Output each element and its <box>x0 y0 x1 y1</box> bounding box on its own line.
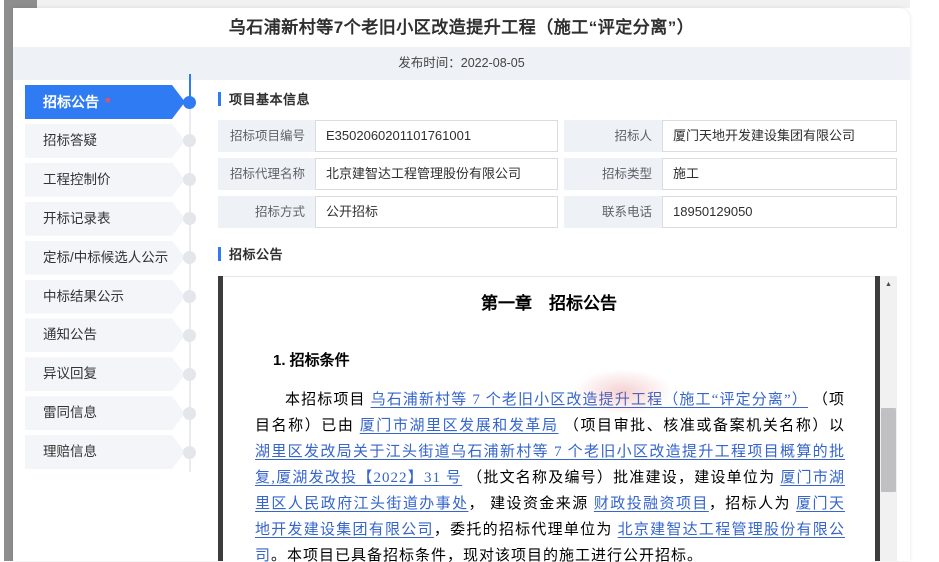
basic-info-section-title: 项目基本信息 <box>229 92 311 107</box>
sidebar-item[interactable]: 雷同信息 <box>25 396 185 430</box>
document-paragraph: 本招标项目 乌石浦新村等 7 个老旧小区改造提升工程（施工“评定分离”） （项目… <box>255 387 845 562</box>
document-page: 第一章 招标公告 1. 招标条件 本招标项目 乌石浦新村等 7 个老旧小区改造提… <box>223 276 875 562</box>
document-text: ， 建设资金来源 <box>468 496 594 512</box>
publish-time-text: 发布时间：2022-08-05 <box>398 56 525 70</box>
sidebar-item[interactable]: 招标答疑 <box>25 124 185 158</box>
sidebar-item[interactable]: 招标公告 * <box>25 85 185 119</box>
timeline-dot <box>183 95 196 109</box>
document-link[interactable]: 厦门市湖里区发展和发革局 <box>360 418 559 434</box>
info-field-label: 联系电话 <box>564 196 662 228</box>
timeline-dot <box>183 290 196 303</box>
document-link[interactable]: 乌石浦新村等 7 个老旧小区改造提升工程（施工“评定分离”） <box>371 392 808 408</box>
timeline-dot <box>183 328 196 342</box>
document-text: ，委托的招标代理单位为 <box>433 522 618 538</box>
sidebar-item-label: 中标结果公示 <box>43 288 124 304</box>
info-table-row: 招标项目编号 E3502060201101761001 招标人 厦门天地开发建设集团有… <box>218 120 897 152</box>
info-field-value: 施工 <box>662 158 897 190</box>
scrollbar-thumb[interactable] <box>881 408 896 492</box>
info-field-label: 招标代理名称 <box>218 158 315 190</box>
info-field-label: 招标项目编号 <box>218 120 315 152</box>
sidebar-item-label: 雷同信息 <box>43 405 97 421</box>
sidebar-item[interactable]: 通知公告 <box>25 318 185 352</box>
announcement-section-header: 招标公告 <box>218 244 283 263</box>
info-field-label: 招标方式 <box>218 196 315 228</box>
info-field-label: 招标类型 <box>564 158 662 190</box>
timeline-dot <box>183 367 196 381</box>
sidebar-item[interactable]: 开标记录表 <box>25 202 185 236</box>
sidebar-item-label: 理赔信息 <box>43 444 97 460</box>
document-link[interactable]: 财政投融资项目 <box>594 496 709 512</box>
document-scrollbar[interactable]: ▲ <box>880 276 897 561</box>
timeline-dot <box>183 445 196 459</box>
info-table-row: 招标代理名称 北京建智达工程管理股份有限公司 招标类型 施工 <box>218 158 897 190</box>
page-left-edge <box>4 0 13 561</box>
sidebar-item[interactable]: 中标结果公示 <box>25 280 185 314</box>
basic-info-table: 招标项目编号 E3502060201101761001 招标人 厦门天地开发建设集团有… <box>218 120 897 234</box>
document-text: （项目审批、核准或备案机关名称）以 <box>558 418 845 434</box>
content-card: 乌石浦新村等7个老旧小区改造提升工程（施工“评定分离”） 发布时间：2022-0… <box>13 8 910 562</box>
info-field-label: 招标人 <box>564 120 662 152</box>
sidebar-item-label: 开标记录表 <box>43 210 111 226</box>
document-viewer: 第一章 招标公告 1. 招标条件 本招标项目 乌石浦新村等 7 个老旧小区改造提… <box>218 276 897 562</box>
publish-time-bar: 发布时间：2022-08-05 <box>13 47 910 80</box>
required-star-icon: * <box>105 94 111 110</box>
document-chapter-title: 第一章 招标公告 <box>481 294 617 313</box>
sidebar-item[interactable]: 异议回复 <box>25 357 185 391</box>
timeline-dot <box>183 406 196 420</box>
sidebar-item-label: 招标公告 <box>43 94 99 110</box>
basic-info-section-header: 项目基本信息 <box>218 89 310 108</box>
info-field-value: E3502060201101761001 <box>315 120 558 152</box>
page-title: 乌石浦新村等7个老旧小区改造提升工程（施工“评定分离”） <box>228 18 695 37</box>
info-field-value: 北京建智达工程管理股份有限公司 <box>315 158 558 190</box>
sidebar-item[interactable]: 定标/中标候选人公示 <box>25 241 185 275</box>
sidebar-item[interactable]: 理赔信息 <box>25 435 185 469</box>
document-text: （批文名称及编号）批准建设，建设单位为 <box>462 470 781 486</box>
timeline-dot <box>183 212 196 226</box>
page-top-edge <box>13 0 910 8</box>
info-table-row: 招标方式 公开招标 联系电话 18950129050 <box>218 196 897 228</box>
timeline-dot <box>183 134 196 148</box>
sidebar-item[interactable]: 工程控制价 <box>25 163 185 197</box>
section-accent-bar-icon <box>218 246 221 261</box>
document-text: ，招标人为 <box>708 496 797 512</box>
sidebar-item-label: 定标/中标候选人公示 <box>43 249 169 265</box>
scrollbar-up-arrow-icon[interactable]: ▲ <box>880 276 897 292</box>
sidebar-item-label: 招标答疑 <box>43 132 97 148</box>
section-accent-bar-icon <box>218 91 221 106</box>
sidebar-item-label: 通知公告 <box>43 327 97 343</box>
sidebar-item-label: 工程控制价 <box>43 171 111 187</box>
document-text: 。本项目已具备招标条件，现对该项目的施工进行公开招标。 <box>271 548 704 562</box>
timeline-dot <box>183 251 196 265</box>
info-field-value: 18950129050 <box>662 196 897 228</box>
document-heading: 1. 招标条件 <box>273 352 350 369</box>
info-field-value: 厦门天地开发建设集团有限公司 <box>662 120 897 152</box>
page-top-corner <box>13 0 37 8</box>
timeline-dot <box>183 173 196 187</box>
announcement-section-title: 招标公告 <box>229 247 284 262</box>
info-field-value: 公开招标 <box>315 196 558 228</box>
document-text: 本招标项目 <box>285 392 371 408</box>
sidebar-item-label: 异议回复 <box>43 366 97 382</box>
